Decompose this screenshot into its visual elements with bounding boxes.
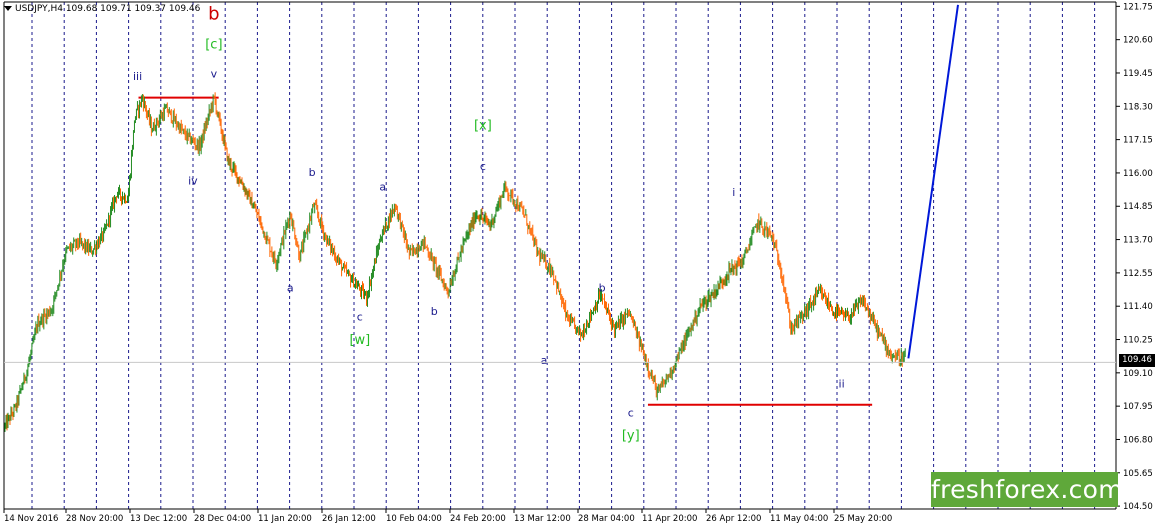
wave-label: c xyxy=(357,311,363,324)
x-tick-label: 28 Dec 04:00 xyxy=(194,514,251,524)
y-tick-label: 109.10 xyxy=(1123,369,1153,379)
wave-label: v xyxy=(211,67,218,80)
x-tick-label: 13 Dec 12:00 xyxy=(130,514,187,524)
y-tick-label: 104.50 xyxy=(1123,502,1153,512)
y-tick-label: 117.15 xyxy=(1123,136,1153,146)
y-tick-label: 120.60 xyxy=(1123,36,1153,46)
x-tick-label: 11 Jan 20:00 xyxy=(258,514,312,524)
x-tick-label: 11 Apr 20:00 xyxy=(642,514,697,524)
wave-label: a xyxy=(541,354,548,367)
chevron-down-icon[interactable] xyxy=(4,6,12,11)
current-price-tag: 109.46 xyxy=(1119,354,1155,367)
y-tick-label: 121.75 xyxy=(1123,2,1153,12)
y-tick-label: 118.30 xyxy=(1123,102,1153,112)
x-tick-label: 14 Nov 2016 xyxy=(4,514,58,524)
y-tick-label: 107.95 xyxy=(1123,402,1153,412)
y-tick-label: 106.80 xyxy=(1123,435,1153,445)
x-tick-label: 26 Apr 12:00 xyxy=(706,514,761,524)
wave-label: b xyxy=(599,282,606,295)
y-tick-label: 111.40 xyxy=(1123,302,1153,312)
x-tick-label: 11 May 04:00 xyxy=(770,514,828,524)
wave-label: b xyxy=(431,305,438,318)
x-tick-label: 26 Jan 12:00 xyxy=(322,514,376,524)
wave-label: c xyxy=(628,406,634,419)
y-tick-label: 116.00 xyxy=(1123,169,1153,179)
wave-label: [c] xyxy=(205,37,222,52)
wave-label: c xyxy=(480,160,486,173)
wave-label: [y] xyxy=(622,428,640,443)
wave-label: iii xyxy=(133,70,142,83)
y-tick-label: 113.70 xyxy=(1123,236,1153,246)
x-tick-label: 25 May 20:00 xyxy=(834,514,892,524)
freshforex-logo: freshforex.com xyxy=(931,472,1123,507)
x-tick-label: 10 Feb 04:00 xyxy=(386,514,442,524)
y-tick-label: 105.65 xyxy=(1123,469,1153,479)
wave-label: ii xyxy=(839,377,845,390)
wave-label: b xyxy=(309,166,316,179)
wave-label: a xyxy=(379,180,386,193)
wave-label: [w] xyxy=(349,333,370,348)
x-tick-label: 13 Mar 12:00 xyxy=(514,514,571,524)
y-tick-label: 114.85 xyxy=(1123,202,1153,212)
wave-label: a xyxy=(287,282,294,295)
wave-label: b xyxy=(208,3,219,24)
x-tick-label: 24 Feb 20:00 xyxy=(450,514,506,524)
y-tick-label: 112.55 xyxy=(1123,269,1153,279)
symbol-info: USDJPY,H4 109.68 109.71 109.37 109.46 xyxy=(15,4,201,14)
wave-label: i xyxy=(732,186,735,199)
wave-label: [x] xyxy=(474,118,492,133)
y-tick-label: 110.25 xyxy=(1123,336,1153,346)
chart-symbol-header: USDJPY,H4 109.68 109.71 109.37 109.46 xyxy=(4,4,200,14)
x-tick-label: 28 Nov 20:00 xyxy=(66,514,123,524)
price-chart: b[c]viiiivbac[w]ab[x]cabc[y]iii 121.7512… xyxy=(0,0,1157,527)
y-tick-label: 119.45 xyxy=(1123,69,1153,79)
wave-label: iv xyxy=(188,175,198,188)
x-tick-label: 28 Mar 04:00 xyxy=(578,514,635,524)
